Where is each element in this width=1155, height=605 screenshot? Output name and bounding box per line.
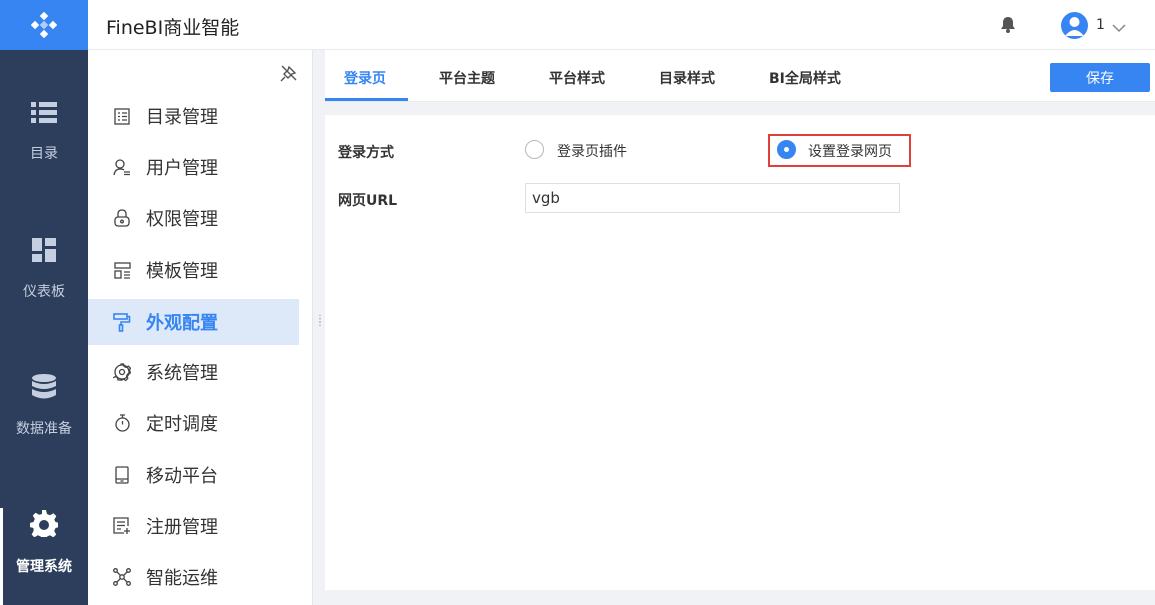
gear-icon: [30, 508, 58, 538]
register-icon: [112, 517, 132, 535]
cog-icon: [112, 363, 132, 381]
sidebar-item-ops[interactable]: 智能运维: [88, 554, 299, 600]
sidebar-item-label: 外观配置: [146, 313, 218, 334]
url-label: 网页URL: [338, 193, 398, 209]
sidebar-item-registration[interactable]: 注册管理: [88, 503, 299, 549]
rail-item-dashboard[interactable]: 仪表板: [0, 235, 88, 345]
chevron-down-icon[interactable]: [1112, 18, 1126, 37]
radio-custom-login-page[interactable]: [777, 140, 796, 159]
sidebar-item-label: 移动平台: [146, 466, 218, 487]
mobile-icon: [112, 466, 132, 484]
sidebar-item-mobile[interactable]: 移动平台: [88, 452, 299, 498]
active-tab-indicator: [325, 98, 408, 101]
dashboard-icon: [32, 235, 56, 265]
sidebar-item-label: 用户管理: [146, 158, 218, 179]
tab-catalog-style[interactable]: 目录样式: [659, 68, 715, 88]
pin-icon[interactable]: [280, 64, 298, 86]
sidebar-item-label: 定时调度: [146, 414, 218, 435]
sidebar-item-label: 注册管理: [146, 517, 218, 538]
tab-platform-style[interactable]: 平台样式: [549, 68, 605, 88]
tabs-bar: 登录页 平台主题 平台样式 目录样式 BI全局样式 保存: [325, 50, 1155, 102]
sidebar-item-label: 智能运维: [146, 568, 218, 589]
list-icon: [31, 97, 57, 127]
rail-item-catalog[interactable]: 目录: [0, 97, 88, 207]
avatar[interactable]: [1061, 12, 1088, 39]
save-button[interactable]: 保存: [1050, 63, 1150, 92]
sidebar-item-label: 权限管理: [146, 209, 218, 230]
tab-bi-global-style[interactable]: BI全局样式: [769, 68, 841, 88]
rail-item-data-prep[interactable]: 数据准备: [0, 372, 88, 482]
bell-icon[interactable]: [1000, 16, 1016, 37]
user-name[interactable]: 1: [1096, 17, 1105, 33]
sidebar-item-schedule[interactable]: 定时调度: [88, 400, 299, 446]
url-input[interactable]: [525, 183, 900, 213]
panel-resize-handle[interactable]: ⋮ ⋮: [315, 315, 325, 328]
radio-login-plugin-label[interactable]: 登录页插件: [557, 141, 627, 161]
sidebar-item-catalog[interactable]: 目录管理: [88, 93, 299, 139]
rail-item-label: 数据准备: [16, 421, 72, 437]
sidebar-item-permissions[interactable]: 权限管理: [88, 195, 299, 241]
user-icon: [112, 158, 132, 176]
tab-platform-theme[interactable]: 平台主题: [439, 68, 495, 88]
paint-roller-icon: [112, 312, 132, 332]
logo-icon: [31, 12, 57, 38]
template-icon: [112, 261, 132, 279]
tab-login-page[interactable]: 登录页: [344, 68, 386, 88]
login-method-label: 登录方式: [338, 145, 394, 161]
radio-login-plugin[interactable]: [525, 140, 544, 159]
sidebar-item-label: 模板管理: [146, 261, 218, 282]
network-icon: [112, 568, 132, 586]
sidebar-item-label: 系统管理: [146, 363, 218, 384]
timer-icon: [112, 414, 132, 432]
sidebar-item-appearance[interactable]: 外观配置: [88, 299, 299, 345]
left-rail: 目录 仪表板 数据准备 管理系统: [0, 0, 88, 605]
user-avatar-icon: [1065, 17, 1084, 36]
sidebar-menu: 目录管理 用户管理 权限管理 模板管理 外观配置 系统管理 定时调度 移动平台 …: [88, 50, 313, 605]
sidebar-item-system[interactable]: 系统管理: [88, 349, 299, 395]
top-bar: FineBI商业智能 1: [88, 0, 1155, 50]
rail-item-label: 目录: [30, 146, 58, 162]
radio-custom-login-page-label[interactable]: 设置登录网页: [808, 141, 892, 161]
rail-item-admin[interactable]: 管理系统: [0, 508, 88, 605]
app-title: FineBI商业智能: [106, 17, 240, 39]
sidebar-item-users[interactable]: 用户管理: [88, 144, 299, 190]
rail-item-label: 管理系统: [16, 559, 72, 575]
login-settings-panel: 登录方式 登录页插件 设置登录网页 网页URL: [325, 115, 1155, 590]
database-icon: [32, 372, 56, 402]
sidebar-item-templates[interactable]: 模板管理: [88, 247, 299, 293]
sidebar-item-label: 目录管理: [146, 107, 218, 128]
lock-icon: [112, 209, 132, 227]
catalog-icon: [112, 107, 132, 125]
rail-item-label: 仪表板: [23, 284, 65, 300]
app-logo[interactable]: [0, 0, 88, 50]
